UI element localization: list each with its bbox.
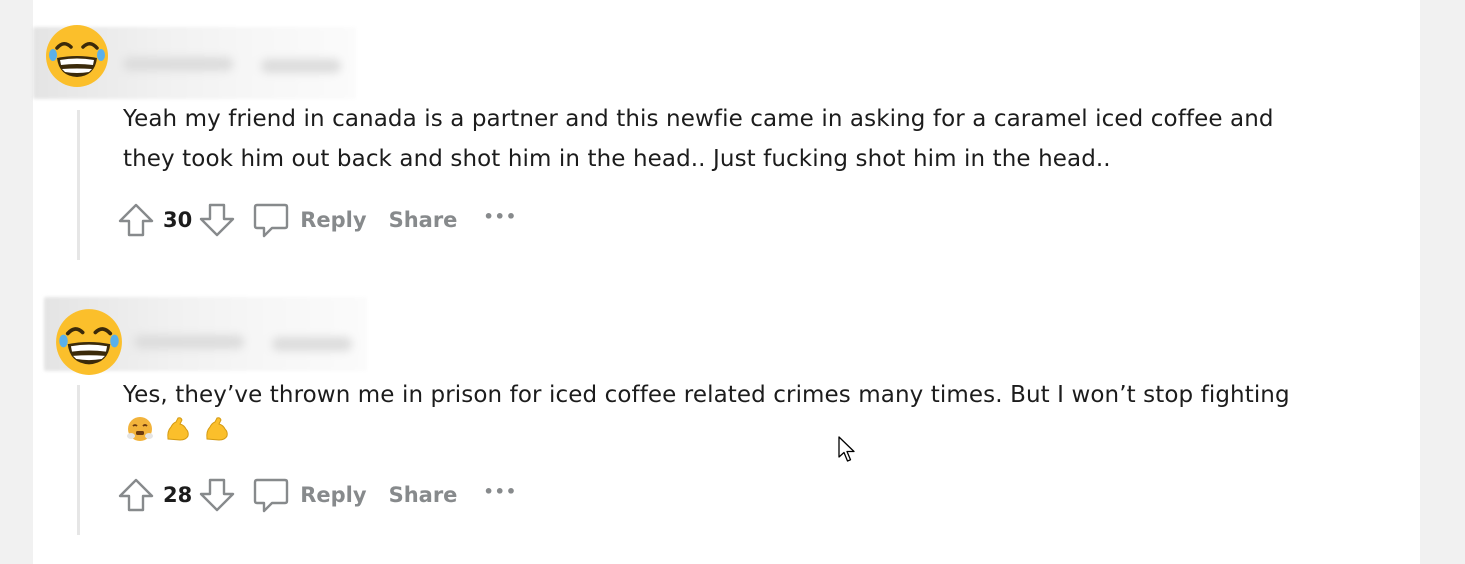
more-options-button[interactable]: ••• <box>483 207 517 226</box>
chat-bubble-icon <box>254 203 289 238</box>
mouse-cursor-icon <box>838 436 855 462</box>
chat-bubble-icon <box>254 478 289 513</box>
reply-label: Reply <box>300 483 367 507</box>
more-options-button[interactable]: ••• <box>483 482 517 501</box>
comment-2: Yes, they’ve thrown me in prison for ice… <box>33 290 1420 564</box>
thread-line[interactable] <box>77 110 80 260</box>
flexed-biceps-emoji-icon <box>203 415 231 456</box>
downvote-icon[interactable] <box>198 201 236 239</box>
vote-count: 30 <box>163 208 193 232</box>
comment-actions: 30 Reply Share ••• <box>117 200 517 240</box>
upvote-icon[interactable] <box>117 201 155 239</box>
flexed-biceps-emoji-icon <box>164 415 192 456</box>
vote-count: 28 <box>163 483 193 507</box>
reply-label: Reply <box>300 208 367 232</box>
laughing-emoji-icon[interactable] <box>55 308 123 376</box>
comment-body: Yes, they’ve thrown me in prison for ice… <box>123 375 1303 456</box>
downvote-icon[interactable] <box>198 476 236 514</box>
comment-body: Yeah my friend in canada is a partner an… <box>123 106 1274 172</box>
reply-button[interactable]: Reply <box>252 201 367 239</box>
laughing-emoji-icon[interactable] <box>45 24 109 88</box>
share-button[interactable]: Share <box>389 483 458 507</box>
reply-button[interactable]: Reply <box>252 476 367 514</box>
comment-1: Yeah my friend in canada is a partner an… <box>33 0 1420 270</box>
upvote-icon[interactable] <box>117 476 155 514</box>
comments-panel: Yeah my friend in canada is a partner an… <box>33 0 1420 564</box>
comment-actions: 28 Reply Share ••• <box>117 475 517 515</box>
share-button[interactable]: Share <box>389 208 458 232</box>
comment-text: Yes, they’ve thrown me in prison for ice… <box>123 382 1290 408</box>
thread-line[interactable] <box>77 385 80 535</box>
steaming-face-emoji-icon <box>126 415 154 456</box>
